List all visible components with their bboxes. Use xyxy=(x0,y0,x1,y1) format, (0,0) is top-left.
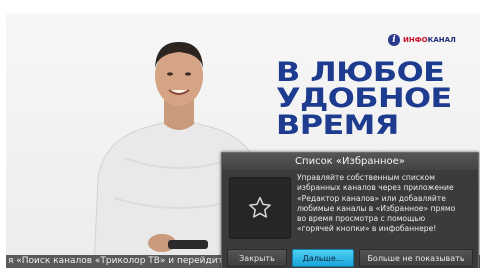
dialog-message-line: «Редактор каналов» или добавляйте xyxy=(297,193,446,203)
info-icon: i xyxy=(388,34,400,46)
dialog-message: Управляйте собственным списком избранных… xyxy=(297,173,475,235)
dialog-message-line: избранных каналов через приложение xyxy=(297,183,454,193)
dialog-button-row: Закрыть Дальше... Больше не показывать xyxy=(227,249,473,267)
headline-line-2: УДОБНОЕ xyxy=(276,83,452,114)
dialog-title: Список «Избранное» xyxy=(222,153,478,170)
logo-text-prefix: ИНФО xyxy=(403,36,428,44)
dont-show-again-button[interactable]: Больше не показывать xyxy=(359,249,473,267)
infokanal-logo: i ИНФО КАНАЛ xyxy=(388,34,456,46)
tv-frame: i ИНФО КАНАЛ В ЛЮБОЕ УДОБНОЕ ВРЕМЯ я «По… xyxy=(0,0,486,273)
headline-line-3: ВРЕМЯ xyxy=(276,110,399,141)
next-button[interactable]: Дальше... xyxy=(292,249,354,267)
dialog-message-line: во время просмотра с помощью xyxy=(297,214,426,224)
logo-text-suffix: КАНАЛ xyxy=(427,36,456,44)
star-icon xyxy=(249,196,271,218)
close-button[interactable]: Закрыть xyxy=(227,249,287,267)
dialog-message-line: Управляйте собственным списком xyxy=(297,173,435,182)
dialog-message-line: любимые каналы в «Избранное» прямо xyxy=(297,203,456,213)
favorites-dialog: Список «Избранное» Управляйте собственны… xyxy=(221,152,479,268)
dialog-icon-box xyxy=(229,177,291,239)
promo-headline: В ЛЮБОЕ УДОБНОЕ ВРЕМЯ xyxy=(276,59,452,141)
dialog-message-line: «горячей кнопки» в инфобаннере! xyxy=(297,224,437,234)
tv-screen: i ИНФО КАНАЛ В ЛЮБОЕ УДОБНОЕ ВРЕМЯ я «По… xyxy=(6,14,480,268)
